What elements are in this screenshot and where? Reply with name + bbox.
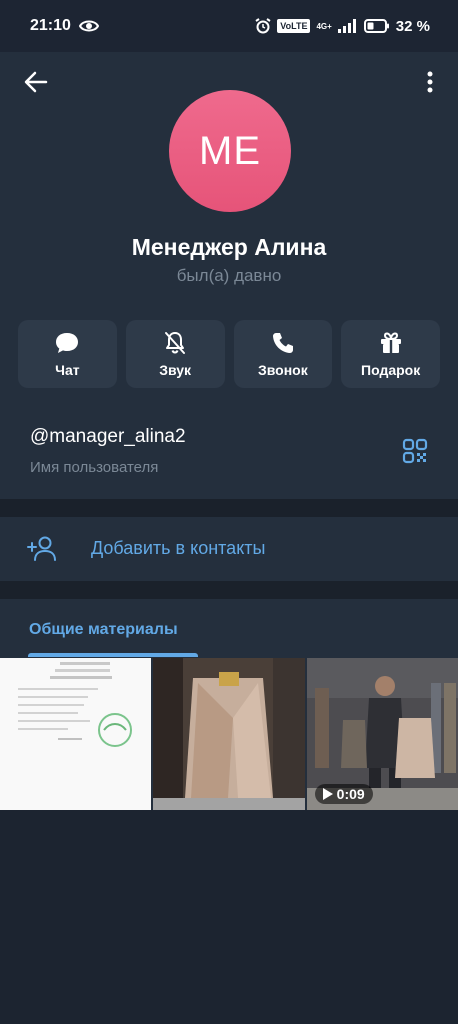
battery-percent: 32 % [395,17,430,35]
phone-icon [272,333,293,353]
eye-icon [78,20,99,32]
last-seen-status: был(а) давно [176,266,282,285]
status-time: 21:10 [30,17,71,34]
sound-label: Звук [159,362,192,378]
add-contact-label: Добавить в контакты [91,538,266,558]
more-menu-icon[interactable] [420,68,440,96]
avatar-initials: ME [199,128,261,173]
network-type: 4G+ [316,21,332,31]
signal-icon [337,19,356,33]
username-section[interactable]: @manager_alina2 Имя пользователя [0,404,458,499]
qr-code-icon[interactable] [402,438,428,464]
avatar[interactable]: ME [169,90,291,212]
media-thumb-video[interactable]: 0:09 [306,658,458,810]
receipt-image [0,658,152,810]
call-label: Звонок [257,362,308,378]
call-button[interactable]: Звонок [233,320,333,388]
chat-label: Чат [55,362,80,378]
add-contact-row[interactable]: Добавить в контакты [0,517,458,581]
empty-area [0,810,458,1024]
battery-icon [363,19,389,33]
status-bar: 21:10 VoLTE 4G+ 32 % [0,0,458,52]
section-divider [0,499,458,517]
bell-muted-icon [165,332,186,354]
profile-header: ME Менеджер Алина был(а) давно Чат Звук … [0,52,458,404]
profile-name: Менеджер Алина [131,234,327,260]
chat-button[interactable]: Чат [18,320,117,388]
play-icon [322,788,333,800]
username-value[interactable]: @manager_alina2 [30,426,186,448]
section-divider [0,581,458,599]
video-duration: 0:09 [314,784,373,804]
tab-shared-media[interactable]: Общие материалы [29,621,178,639]
chat-bubble-icon [56,333,79,353]
status-left: 21:10 [30,17,99,35]
gift-icon [380,332,401,353]
media-thumb-document[interactable] [0,658,152,810]
gift-label: Подарок [361,362,421,378]
volte-badge: VoLTE [277,19,311,33]
status-right: VoLTE 4G+ 32 % [255,18,430,35]
back-arrow-icon[interactable] [22,68,50,96]
media-thumb-photo[interactable] [153,658,305,810]
fur-coat-photo [153,658,305,810]
sound-button[interactable]: Звук [125,320,225,388]
tab-indicator [28,653,198,657]
action-buttons: Чат Звук Звонок Подарок [18,320,440,388]
media-grid: 0:09 [0,658,458,810]
video-duration-text: 0:09 [336,786,365,802]
shared-media-section: Общие материалы 0:09 [0,599,458,810]
alarm-icon [255,18,271,34]
username-hint: Имя пользователя [30,459,159,476]
add-user-icon [27,536,56,561]
gift-button[interactable]: Подарок [341,320,440,388]
